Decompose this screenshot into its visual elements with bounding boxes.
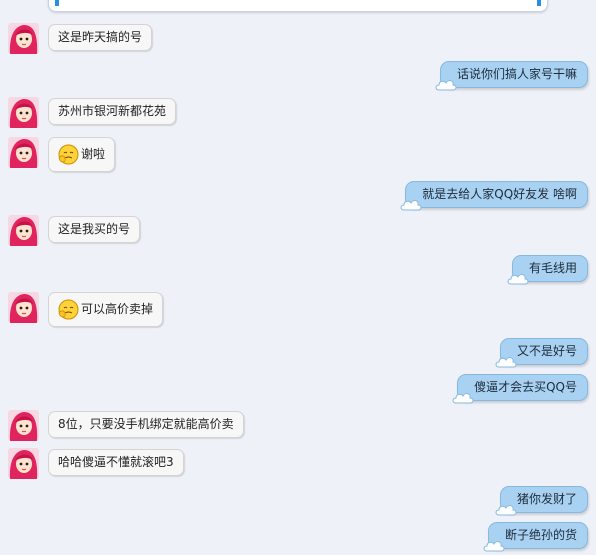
outgoing-message-bubble[interactable]: 就是去给人家QQ好友发 啥啊 xyxy=(400,181,588,211)
message-text: 断子绝孙的货 xyxy=(504,528,577,542)
cloud-icon xyxy=(400,200,422,211)
message-row: 这是昨天搞的号 xyxy=(0,23,596,56)
previous-message-card xyxy=(48,0,548,12)
cloud-icon xyxy=(452,393,474,404)
cloud-icon xyxy=(495,505,517,516)
outgoing-message-bubble[interactable]: 傻逼才会去买QQ号 xyxy=(452,374,588,404)
message-row: 8位，只要没手机绑定就能高价卖 xyxy=(0,410,596,443)
message-text: 又不是好号 xyxy=(516,344,577,358)
incoming-message-bubble[interactable]: 这是昨天搞的号 xyxy=(48,24,153,51)
message-row: 又不是好号 xyxy=(0,338,596,368)
message-text: 有毛线用 xyxy=(528,261,577,275)
cloud-icon xyxy=(435,80,457,91)
contact-avatar[interactable] xyxy=(8,23,39,54)
contact-avatar[interactable] xyxy=(8,292,39,323)
incoming-message-bubble[interactable]: 这是我买的号 xyxy=(48,216,141,243)
message-text: 猪你发财了 xyxy=(516,492,577,506)
embarrassed-emoji-icon xyxy=(58,144,79,165)
embarrassed-emoji-icon xyxy=(58,299,79,320)
incoming-message-bubble[interactable]: 谢啦 xyxy=(48,137,116,172)
cloud-icon xyxy=(507,274,529,285)
contact-avatar[interactable] xyxy=(8,97,39,128)
cloud-icon xyxy=(495,357,517,368)
message-text: 谢啦 xyxy=(81,147,106,161)
message-text: 傻逼才会去买QQ号 xyxy=(474,380,577,394)
message-row: 有毛线用 xyxy=(0,255,596,285)
incoming-message-bubble[interactable]: 8位，只要没手机绑定就能高价卖 xyxy=(48,411,244,438)
outgoing-message-bubble[interactable]: 断子绝孙的货 xyxy=(483,522,588,552)
outgoing-message-bubble[interactable]: 话说你们搞人家号干嘛 xyxy=(435,61,588,91)
outgoing-message-bubble[interactable]: 有毛线用 xyxy=(507,255,588,285)
message-row: 苏州市银河新都花苑 xyxy=(0,97,596,130)
contact-avatar[interactable] xyxy=(8,137,39,168)
message-row: 可以高价卖掉 xyxy=(0,292,596,328)
message-row: 断子绝孙的货 xyxy=(0,522,596,552)
message-text: 话说你们搞人家号干嘛 xyxy=(456,67,577,81)
message-row: 猪你发财了 xyxy=(0,486,596,516)
incoming-message-bubble[interactable]: 哈哈傻逼不懂就滚吧3 xyxy=(48,449,184,476)
incoming-message-bubble[interactable]: 苏州市银河新都花苑 xyxy=(48,98,177,125)
incoming-message-bubble[interactable]: 可以高价卖掉 xyxy=(48,292,164,327)
cloud-icon xyxy=(483,541,505,552)
contact-avatar[interactable] xyxy=(8,215,39,246)
outgoing-message-bubble[interactable]: 猪你发财了 xyxy=(495,486,588,516)
scroll-marker-left xyxy=(55,0,59,6)
message-row: 哈哈傻逼不懂就滚吧3 xyxy=(0,448,596,481)
message-text: 可以高价卖掉 xyxy=(81,302,154,316)
message-row: 谢啦 xyxy=(0,137,596,173)
scroll-marker-right xyxy=(537,0,541,6)
message-row: 话说你们搞人家号干嘛 xyxy=(0,61,596,91)
message-row: 就是去给人家QQ好友发 啥啊 xyxy=(0,181,596,211)
contact-avatar[interactable] xyxy=(8,410,39,441)
message-row: 这是我买的号 xyxy=(0,215,596,248)
message-text: 就是去给人家QQ好友发 啥啊 xyxy=(422,187,577,201)
contact-avatar[interactable] xyxy=(8,448,39,479)
message-row: 傻逼才会去买QQ号 xyxy=(0,374,596,404)
outgoing-message-bubble[interactable]: 又不是好号 xyxy=(495,338,588,368)
